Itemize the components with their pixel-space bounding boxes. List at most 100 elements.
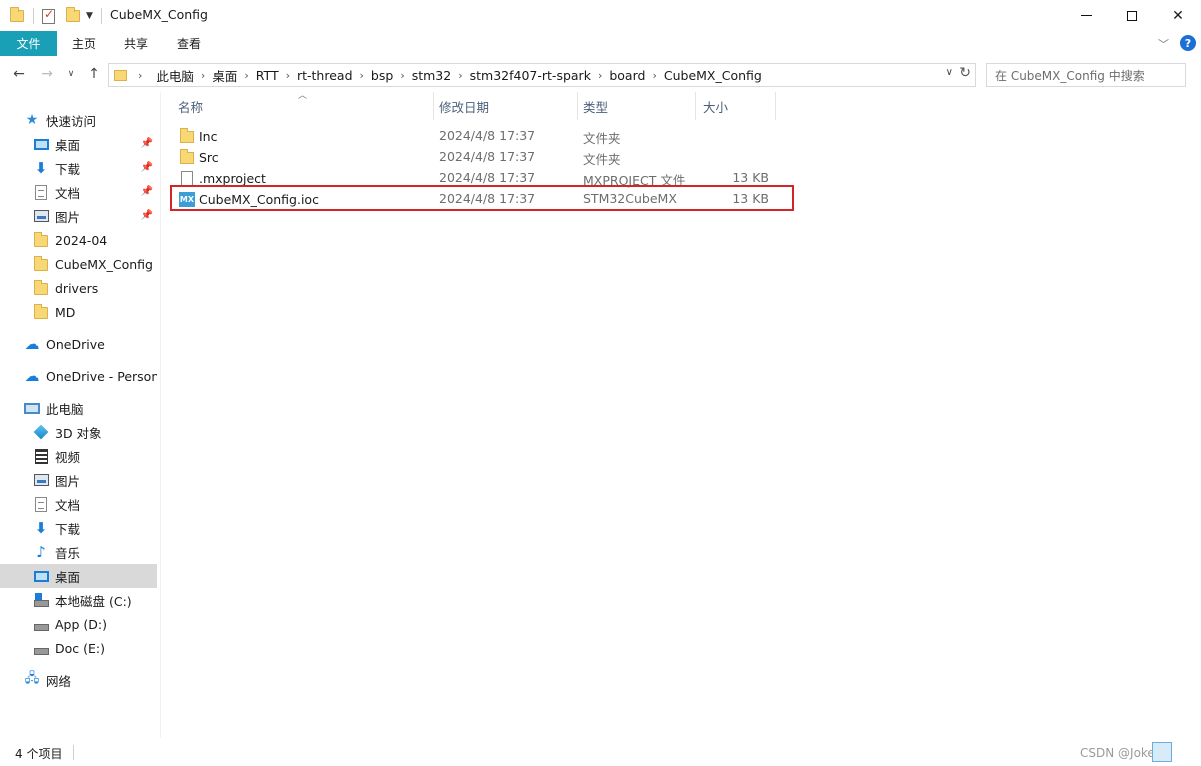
close-button[interactable]: ✕ [1155, 0, 1201, 31]
file-name: Inc [199, 128, 218, 144]
forward-button[interactable]: → [38, 64, 56, 84]
column-separator[interactable] [577, 92, 578, 120]
nav-item-music[interactable]: ♪ 音乐 [0, 540, 157, 564]
nav-label: 音乐 [55, 545, 81, 561]
file-row-src[interactable]: Src 2024/4/8 17:37 文件夹 [170, 147, 790, 168]
tab-share[interactable]: 共享 [111, 31, 161, 56]
column-header-label: 大小 [703, 99, 729, 115]
large-icons-view-button[interactable] [1178, 742, 1198, 762]
nav-label: 此电脑 [46, 401, 84, 417]
download-icon: ⬇ [34, 159, 48, 177]
nav-item-drive-e[interactable]: Doc (E:) [0, 636, 157, 660]
window-title: CubeMX_Config [110, 7, 208, 22]
column-separator[interactable] [775, 92, 776, 120]
search-input[interactable]: 在 CubeMX_Config 中搜索 [986, 63, 1186, 87]
address-bar[interactable]: › 此电脑 › 桌面 › RTT › rt-thread › bsp › stm… [108, 63, 976, 87]
recent-locations-button[interactable]: ∨ [64, 64, 78, 84]
column-separator[interactable] [695, 92, 696, 120]
nav-item-2024-04[interactable]: 2024-04 [0, 228, 157, 252]
pane-splitter[interactable] [160, 92, 161, 738]
nav-label: 图片 [55, 209, 81, 225]
file-size: 13 KB [732, 170, 769, 185]
breadcrumb-item[interactable]: 此电脑 [149, 66, 201, 85]
column-header-label: 修改日期 [439, 99, 490, 115]
breadcrumb-item[interactable]: bsp [364, 68, 400, 83]
nav-item-md[interactable]: MD [0, 300, 157, 324]
nav-item-desktop[interactable]: 桌面 [0, 564, 157, 588]
tab-file[interactable]: 文件 [0, 31, 57, 56]
nav-item-drive-d[interactable]: App (D:) [0, 612, 157, 636]
separator [33, 6, 34, 26]
nav-label: 本地磁盘 (C:) [55, 593, 132, 609]
details-view-button[interactable] [1152, 742, 1172, 762]
column-header-date[interactable]: 修改日期 [439, 92, 577, 120]
breadcrumb-item[interactable]: CubeMX_Config [657, 68, 769, 83]
minimize-button[interactable] [1063, 0, 1109, 31]
properties-icon[interactable] [42, 6, 55, 26]
nav-item-downloads-pinned[interactable]: ⬇ 下载 📌 [0, 156, 157, 180]
folder-icon [33, 280, 49, 296]
column-header-size[interactable]: 大小 [703, 92, 775, 120]
nav-item-pictures[interactable]: 图片 [0, 468, 157, 492]
nav-network[interactable]: 🖧 网络 [0, 668, 157, 692]
breadcrumb-item[interactable]: stm32f407-rt-spark [463, 68, 598, 83]
nav-onedrive-personal[interactable]: ☁ OneDrive - Personal [0, 364, 158, 388]
breadcrumb-item[interactable]: RTT [249, 68, 286, 83]
chevron-right-icon[interactable]: › [131, 69, 149, 82]
network-icon: 🖧 [24, 671, 40, 686]
file-row-inc[interactable]: Inc 2024/4/8 17:37 文件夹 [170, 126, 790, 147]
tab-home[interactable]: 主页 [57, 31, 111, 56]
nav-item-downloads[interactable]: ⬇ 下载 [0, 516, 157, 540]
column-header-type[interactable]: 类型 [583, 92, 695, 120]
column-header-name[interactable]: 名称 [178, 92, 433, 120]
nav-item-drive-c[interactable]: 本地磁盘 (C:) [0, 588, 157, 612]
folder-icon[interactable] [10, 6, 24, 26]
nav-item-drivers[interactable]: drivers [0, 276, 157, 300]
maximize-button[interactable] [1109, 0, 1155, 31]
address-dropdown-icon[interactable]: ∨ [946, 67, 953, 78]
up-button[interactable]: ↑ [85, 64, 103, 84]
3d-objects-icon [33, 424, 49, 440]
nav-item-3d-objects[interactable]: 3D 对象 [0, 420, 157, 444]
column-header-label: 类型 [583, 99, 609, 115]
nav-item-desktop-pinned[interactable]: 桌面 📌 [0, 132, 157, 156]
nav-item-documents[interactable]: 文档 [0, 492, 157, 516]
column-separator[interactable] [433, 92, 434, 120]
document-icon [33, 184, 49, 200]
minimize-icon [1080, 15, 1092, 16]
computer-icon [24, 400, 40, 416]
cloud-icon: ☁ [24, 367, 40, 385]
nav-item-cubemx-config[interactable]: CubeMX_Config [0, 252, 157, 276]
customize-toolbar-icon[interactable]: ▼ [86, 6, 93, 26]
download-icon: ⬇ [34, 519, 48, 537]
new-folder-icon[interactable] [66, 6, 80, 26]
breadcrumb-item[interactable]: stm32 [405, 68, 459, 83]
back-button[interactable]: ← [10, 64, 28, 84]
pin-icon: 📌 [140, 210, 153, 221]
folder-icon [179, 149, 195, 165]
nav-quick-access[interactable]: ★ 快速访问 [0, 108, 157, 132]
breadcrumb-item[interactable]: board [602, 68, 652, 83]
folder-icon [33, 304, 49, 320]
nav-label: 文档 [55, 185, 81, 201]
nav-this-pc[interactable]: 此电脑 [0, 396, 157, 420]
nav-onedrive[interactable]: ☁ OneDrive [0, 332, 157, 356]
breadcrumb-item[interactable]: 桌面 [205, 66, 244, 85]
chevron-down-icon[interactable]: ﹀ [1158, 36, 1169, 52]
breadcrumb-item[interactable]: rt-thread [290, 68, 360, 83]
pictures-icon [33, 472, 49, 488]
drive-icon [33, 640, 49, 656]
folder-icon [114, 69, 127, 81]
nav-item-pictures-pinned[interactable]: 图片 📌 [0, 204, 157, 228]
help-icon[interactable]: ? [1180, 35, 1196, 51]
nav-label: 文档 [55, 497, 81, 513]
item-count: 4 个项目 [15, 747, 63, 761]
nav-item-videos[interactable]: 视频 [0, 444, 157, 468]
nav-label: Doc (E:) [55, 640, 105, 656]
tab-view[interactable]: 查看 [161, 31, 217, 56]
nav-label: 快速访问 [46, 113, 97, 129]
refresh-icon[interactable]: ↻ [959, 65, 971, 81]
nav-label: drivers [55, 280, 99, 296]
nav-label: 3D 对象 [55, 425, 102, 441]
nav-item-documents-pinned[interactable]: 文档 📌 [0, 180, 157, 204]
